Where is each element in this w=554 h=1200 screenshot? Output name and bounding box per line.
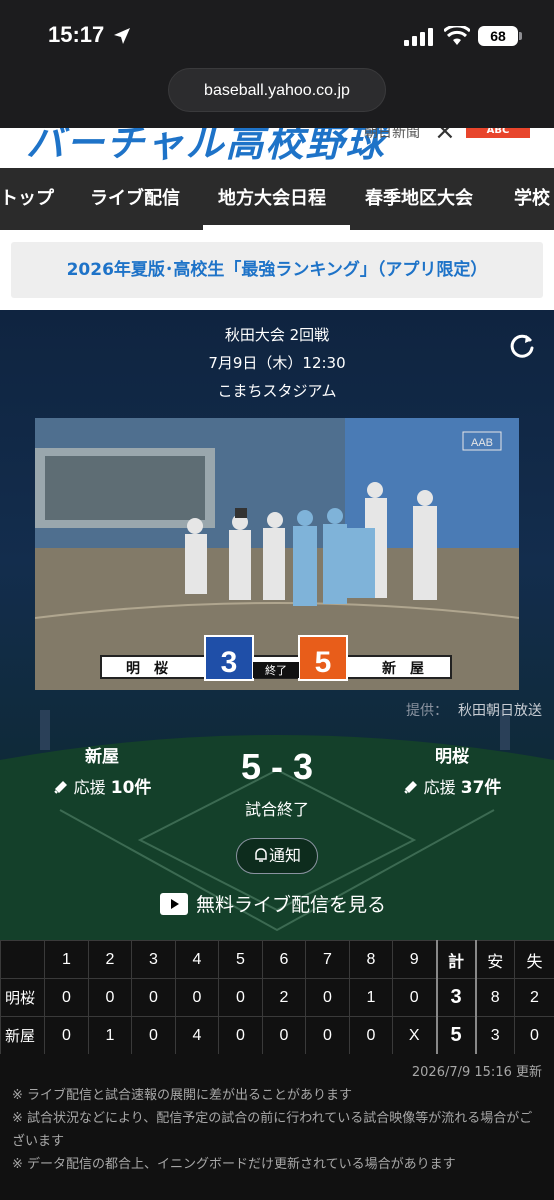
header-cell: 1 <box>44 940 89 979</box>
battery-tip <box>519 32 522 40</box>
row-team: 新屋 <box>0 1016 45 1055</box>
tab-live[interactable]: ライブ配信 <box>90 168 180 230</box>
total-cell: 3 <box>435 978 477 1017</box>
inning-cell: 2 <box>262 978 306 1017</box>
wifi-icon <box>444 26 470 45</box>
free-live-stream-link[interactable]: 無料ライブ配信を見る <box>160 890 386 917</box>
inning-cell: 0 <box>305 1016 350 1055</box>
header-cell: 7 <box>305 940 350 979</box>
notes-list: ※ ライブ配信と試合速報の展開に差が出ることがあります ※ 試合状況などにより、… <box>12 1084 544 1176</box>
tournament-label: 秋田大会 2回戦 <box>224 326 330 344</box>
clock: 15:17 <box>48 22 105 47</box>
tab-spring-tournament[interactable]: 春季地区大会 <box>365 168 473 230</box>
header-cell: 6 <box>262 940 306 979</box>
overlay-team-right: 新 屋 <box>382 660 424 677</box>
inning-cell: 0 <box>88 978 132 1017</box>
url-field[interactable]: baseball.yahoo.co.jp <box>168 68 386 112</box>
header-cell: 5 <box>218 940 263 979</box>
game-panel: 秋田大会 2回戦 7月9日（木）12:30 こまちスタジアム 明 桜 3 終了 … <box>0 310 554 940</box>
browser-url-bar: baseball.yahoo.co.jp <box>0 66 554 128</box>
overlay-team-left: 明 桜 <box>126 660 168 677</box>
inning-cell: 0 <box>131 1016 176 1055</box>
tab-school[interactable]: 学校 <box>514 168 550 230</box>
errors-cell: 2 <box>514 978 554 1017</box>
footer-notes: 2026/7/9 15:16 更新 ※ ライブ配信と試合速報の展開に差が出ること… <box>0 1054 554 1200</box>
table-row: 新屋 0 1 0 4 0 0 0 0 X 5 3 0 <box>0 1016 554 1055</box>
battery-indicator: 68 <box>478 26 518 46</box>
bell-plus-icon <box>255 848 267 862</box>
inning-cell: 0 <box>305 978 350 1017</box>
inning-cell: 0 <box>262 1016 306 1055</box>
inning-cell: 0 <box>131 978 176 1017</box>
inning-cell: 0 <box>218 1016 263 1055</box>
inning-scoreboard: 1 2 3 4 5 6 7 8 9 計 安 失 明桜 0 0 0 0 0 2 0… <box>0 940 554 1055</box>
game-status: 試合終了 <box>244 800 309 819</box>
header-hits: 安 <box>475 940 515 979</box>
header-errors: 失 <box>514 940 554 979</box>
table-row: 明桜 0 0 0 0 0 2 0 1 0 3 8 2 <box>0 978 554 1017</box>
inning-cell: 0 <box>349 1016 393 1055</box>
updated-timestamp: 2026/7/9 15:16 更新 <box>411 1065 542 1080</box>
overlay-state: 終了 <box>265 663 287 677</box>
note-item: ※ データ配信の都合上、イニングボードだけ更新されている場合があります <box>12 1157 456 1172</box>
inning-cell: 0 <box>44 1016 89 1055</box>
promo-ranking-link[interactable]: 2026年夏版･高校生「最強ランキング」（アプリ限定） <box>11 242 543 298</box>
cellular-signal-icon <box>404 28 433 46</box>
errors-cell: 0 <box>514 1016 554 1055</box>
credit-value: 秋田朝日放送 <box>458 703 542 719</box>
video-frame: 明 桜 3 終了 5 新 屋 AAB <box>35 418 519 690</box>
inning-cell: 0 <box>44 978 89 1017</box>
abc-logo: ABC <box>466 128 530 138</box>
game-score: 5 - 3 <box>240 746 314 787</box>
inning-cell: X <box>392 1016 437 1055</box>
inning-cell: 1 <box>349 978 393 1017</box>
video-thumbnail[interactable]: 明 桜 3 終了 5 新 屋 AAB <box>35 418 519 690</box>
venue-label: こまちスタジアム <box>217 382 337 400</box>
inning-cell: 0 <box>175 978 219 1017</box>
cross-mark-icon: × <box>434 128 456 146</box>
hits-cell: 3 <box>475 1016 515 1055</box>
category-tabs: トップ ライブ配信 地方大会日程 春季地区大会 学校 <box>0 168 554 230</box>
notify-label: 通知 <box>268 846 301 865</box>
inning-cell: 4 <box>175 1016 219 1055</box>
overlay-score-right: 5 <box>315 646 332 679</box>
play-icon <box>160 892 188 915</box>
row-team: 明桜 <box>0 978 45 1017</box>
site-banner[interactable]: バーチャル高校野球 朝日新聞 × ABC <box>0 128 554 168</box>
header-cell: 4 <box>175 940 219 979</box>
tab-regional-schedule[interactable]: 地方大会日程 <box>218 168 326 230</box>
inning-cell: 0 <box>392 978 437 1017</box>
header-cell: 9 <box>392 940 437 979</box>
game-datetime: 7月9日（木）12:30 <box>208 354 346 372</box>
status-bar: 15:17 68 <box>0 0 554 66</box>
header-cell: 8 <box>349 940 393 979</box>
header-cell: 3 <box>131 940 176 979</box>
hits-cell: 8 <box>475 978 515 1017</box>
note-item: ※ 試合状況などにより、配信予定の試合の前に行われている試合映像等が流れる場合が… <box>12 1111 533 1149</box>
promo-section: 2026年夏版･高校生「最強ランキング」（アプリ限定） <box>0 230 554 310</box>
video-credit: 提供： 秋田朝日放送 <box>406 700 542 720</box>
header-cell <box>0 940 45 979</box>
inning-cell: 1 <box>88 1016 132 1055</box>
header-total: 計 <box>435 940 477 979</box>
refresh-icon[interactable] <box>508 332 536 360</box>
tab-top[interactable]: トップ <box>0 168 54 230</box>
live-link-label: 無料ライブ配信を見る <box>196 894 387 916</box>
note-item: ※ ライブ配信と試合速報の展開に差が出ることがあります <box>12 1088 353 1103</box>
total-cell: 5 <box>435 1016 477 1055</box>
overlay-score-left: 3 <box>221 646 238 679</box>
inning-cell: 0 <box>218 978 263 1017</box>
scoreboard-header-row: 1 2 3 4 5 6 7 8 9 計 安 失 <box>0 940 554 979</box>
notify-button[interactable]: 通知 <box>236 838 318 874</box>
location-arrow-icon <box>114 28 130 44</box>
header-cell: 2 <box>88 940 132 979</box>
overlay-channel: AAB <box>471 437 493 449</box>
partner-logo: 朝日新聞 <box>364 128 420 141</box>
scoreboard-table: 1 2 3 4 5 6 7 8 9 計 安 失 明桜 0 0 0 0 0 2 0… <box>0 940 554 1055</box>
credit-label: 提供： <box>406 703 448 719</box>
banner-logo: バーチャル高校野球 <box>26 128 386 165</box>
